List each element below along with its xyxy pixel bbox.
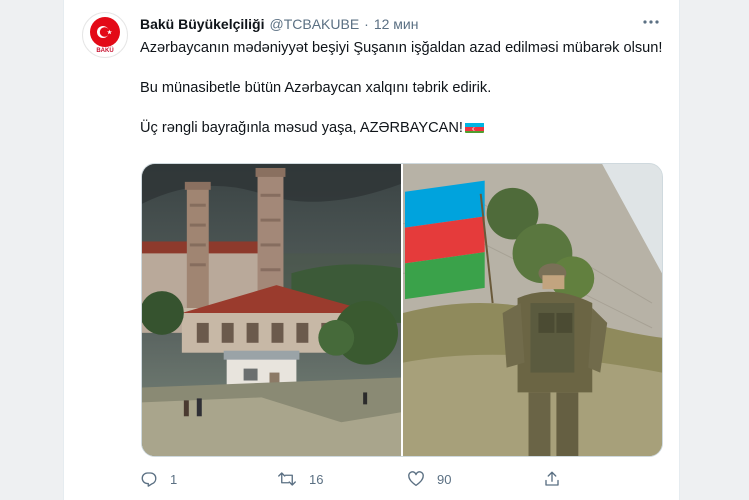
mosque-photo[interactable] [142, 164, 401, 456]
author-handle[interactable]: @TCBAKUBE [269, 16, 359, 32]
reply-icon [140, 470, 158, 488]
heart-icon [407, 470, 425, 488]
soldier-with-flag-photo[interactable] [403, 164, 662, 456]
tweet-card[interactable]: BAKÜ Bakü Büyükelçiliği @TCBAKUBE · 12 м… [63, 0, 680, 500]
tweet-paragraph-3: Üç rəngli bayrağınla məsud yaşa, AZƏRBAY… [140, 118, 670, 138]
retweet-count: 16 [309, 471, 324, 487]
tweet-paragraph-3-text: Üç rəngli bayrağınla məsud yaşa, AZƏRBAY… [140, 120, 463, 136]
more-options-icon[interactable] [641, 12, 661, 32]
tweet-paragraph-1: Azərbaycanın mədəniyyət beşiyi Şuşanın i… [140, 40, 663, 56]
author-name[interactable]: Bakü Büyükelçiliği [140, 16, 264, 32]
tweet-media[interactable] [141, 163, 663, 457]
avatar[interactable]: BAKÜ [82, 12, 128, 58]
like-button[interactable]: 90 [407, 470, 451, 488]
share-button[interactable] [543, 470, 561, 488]
retweet-button[interactable]: 16 [277, 470, 323, 488]
separator-dot: · [364, 16, 369, 32]
retweet-icon [277, 470, 297, 488]
tweet-header: Bakü Büyükelçiliği @TCBAKUBE · 12 мин [140, 14, 663, 34]
timestamp[interactable]: 12 мин [374, 16, 419, 32]
turkish-emblem-icon [90, 16, 120, 47]
share-icon [543, 470, 561, 488]
azerbaijan-flag-emoji-icon [465, 121, 484, 133]
reply-button[interactable]: 1 [140, 470, 177, 488]
avatar-caption: BAKÜ [96, 47, 114, 54]
tweet-text: Azərbaycanın mədəniyyət beşiyi Şuşanın i… [140, 38, 670, 138]
like-count: 90 [437, 471, 452, 487]
reply-count: 1 [170, 471, 178, 487]
tweet-actions: 1 16 90 [140, 468, 670, 490]
tweet-paragraph-2: Bu münasibetle bütün Azərbaycan xalqını … [140, 80, 492, 96]
